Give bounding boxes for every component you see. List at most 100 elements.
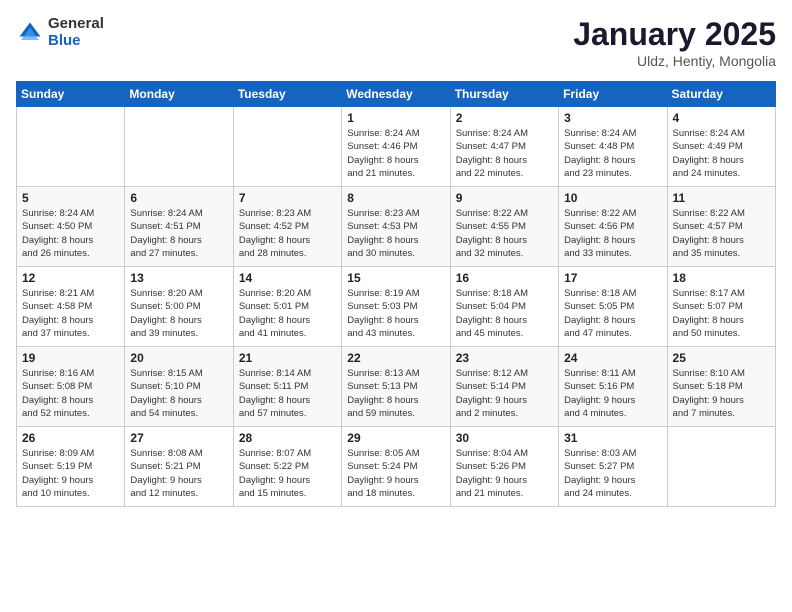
calendar-day-cell: 9Sunrise: 8:22 AM Sunset: 4:55 PM Daylig… xyxy=(450,187,558,267)
day-info: Sunrise: 8:08 AM Sunset: 5:21 PM Dayligh… xyxy=(130,447,227,500)
calendar-day-cell: 2 Sunrise: 8:24 AM Sunset: 4:47 PM Daylig… xyxy=(450,107,558,187)
day-info: Sunrise: 8:24 AM Sunset: 4:46 PM Dayligh… xyxy=(347,127,444,180)
day-info: Sunrise: 8:24 AM Sunset: 4:49 PM Dayligh… xyxy=(673,127,770,180)
calendar-day-cell: 6 Sunrise: 8:24 AM Sunset: 4:51 PM Daylig… xyxy=(125,187,233,267)
calendar-day-cell: 11 Sunrise: 8:22 AM Sunset: 4:57 PM Dayli… xyxy=(667,187,775,267)
calendar-day-cell: 28 Sunrise: 8:07 AM Sunset: 5:22 PM Dayli… xyxy=(233,427,341,507)
calendar-day-cell xyxy=(233,107,341,187)
day-number: 30 xyxy=(456,431,553,445)
calendar-day-cell xyxy=(125,107,233,187)
calendar-day-cell: 4 Sunrise: 8:24 AM Sunset: 4:49 PM Daylig… xyxy=(667,107,775,187)
day-info: Sunrise: 8:21 AM Sunset: 4:58 PM Dayligh… xyxy=(22,287,119,340)
day-info: Sunrise: 8:18 AM Sunset: 5:05 PM Dayligh… xyxy=(564,287,661,340)
day-info: Sunrise: 8:09 AM Sunset: 5:19 PM Dayligh… xyxy=(22,447,119,500)
day-info: Sunrise: 8:05 AM Sunset: 5:24 PM Dayligh… xyxy=(347,447,444,500)
calendar-day-cell: 14 Sunrise: 8:20 AM Sunset: 5:01 PM Dayli… xyxy=(233,267,341,347)
location: Uldz, Hentiy, Mongolia xyxy=(573,53,776,69)
calendar-day-cell: 5 Sunrise: 8:24 AM Sunset: 4:50 PM Daylig… xyxy=(17,187,125,267)
day-info: Sunrise: 8:10 AM Sunset: 5:18 PM Dayligh… xyxy=(673,367,770,420)
calendar-week-row: 1 Sunrise: 8:24 AM Sunset: 4:46 PM Daylig… xyxy=(17,107,776,187)
day-number: 4 xyxy=(673,111,770,125)
title-block: January 2025 Uldz, Hentiy, Mongolia xyxy=(573,16,776,69)
calendar-day-cell: 1 Sunrise: 8:24 AM Sunset: 4:46 PM Daylig… xyxy=(342,107,450,187)
calendar-day-cell xyxy=(667,427,775,507)
day-info: Sunrise: 8:24 AM Sunset: 4:51 PM Dayligh… xyxy=(130,207,227,260)
day-number: 14 xyxy=(239,271,336,285)
calendar-week-row: 19 Sunrise: 8:16 AM Sunset: 5:08 PM Dayli… xyxy=(17,347,776,427)
weekday-header: Thursday xyxy=(450,82,558,107)
calendar-day-cell: 8 Sunrise: 8:23 AM Sunset: 4:53 PM Daylig… xyxy=(342,187,450,267)
day-info: Sunrise: 8:23 AM Sunset: 4:53 PM Dayligh… xyxy=(347,207,444,260)
day-info: Sunrise: 8:15 AM Sunset: 5:10 PM Dayligh… xyxy=(130,367,227,420)
logo: General Blue xyxy=(16,16,104,49)
calendar-day-cell: 15Sunrise: 8:19 AM Sunset: 5:03 PM Dayli… xyxy=(342,267,450,347)
day-number: 19 xyxy=(22,351,119,365)
day-number: 2 xyxy=(456,111,553,125)
day-info: Sunrise: 8:20 AM Sunset: 5:01 PM Dayligh… xyxy=(239,287,336,340)
day-number: 29 xyxy=(347,431,444,445)
day-number: 22 xyxy=(347,351,444,365)
calendar-day-cell: 22 Sunrise: 8:13 AM Sunset: 5:13 PM Dayli… xyxy=(342,347,450,427)
calendar-day-cell: 12 Sunrise: 8:21 AM Sunset: 4:58 PM Dayli… xyxy=(17,267,125,347)
day-number: 11 xyxy=(673,191,770,205)
day-number: 3 xyxy=(564,111,661,125)
day-info: Sunrise: 8:20 AM Sunset: 5:00 PM Dayligh… xyxy=(130,287,227,340)
logo-text: General Blue xyxy=(48,16,104,49)
day-number: 13 xyxy=(130,271,227,285)
logo-blue: Blue xyxy=(48,33,104,50)
day-number: 27 xyxy=(130,431,227,445)
day-info: Sunrise: 8:24 AM Sunset: 4:48 PM Dayligh… xyxy=(564,127,661,180)
day-number: 12 xyxy=(22,271,119,285)
day-info: Sunrise: 8:07 AM Sunset: 5:22 PM Dayligh… xyxy=(239,447,336,500)
calendar-day-cell: 16 Sunrise: 8:18 AM Sunset: 5:04 PM Dayli… xyxy=(450,267,558,347)
calendar-day-cell: 10Sunrise: 8:22 AM Sunset: 4:56 PM Dayli… xyxy=(559,187,667,267)
calendar-day-cell: 18Sunrise: 8:17 AM Sunset: 5:07 PM Dayli… xyxy=(667,267,775,347)
weekday-header: Monday xyxy=(125,82,233,107)
day-info: Sunrise: 8:24 AM Sunset: 4:47 PM Dayligh… xyxy=(456,127,553,180)
day-info: Sunrise: 8:24 AM Sunset: 4:50 PM Dayligh… xyxy=(22,207,119,260)
page-header: General Blue January 2025 Uldz, Hentiy, … xyxy=(16,16,776,69)
day-info: Sunrise: 8:16 AM Sunset: 5:08 PM Dayligh… xyxy=(22,367,119,420)
day-info: Sunrise: 8:22 AM Sunset: 4:57 PM Dayligh… xyxy=(673,207,770,260)
day-info: Sunrise: 8:03 AM Sunset: 5:27 PM Dayligh… xyxy=(564,447,661,500)
day-number: 23 xyxy=(456,351,553,365)
day-number: 24 xyxy=(564,351,661,365)
calendar-day-cell: 27 Sunrise: 8:08 AM Sunset: 5:21 PM Dayli… xyxy=(125,427,233,507)
day-info: Sunrise: 8:11 AM Sunset: 5:16 PM Dayligh… xyxy=(564,367,661,420)
day-number: 28 xyxy=(239,431,336,445)
day-info: Sunrise: 8:22 AM Sunset: 4:55 PM Dayligh… xyxy=(456,207,553,260)
calendar-day-cell: 24 Sunrise: 8:11 AM Sunset: 5:16 PM Dayli… xyxy=(559,347,667,427)
day-info: Sunrise: 8:14 AM Sunset: 5:11 PM Dayligh… xyxy=(239,367,336,420)
calendar-day-cell: 20 Sunrise: 8:15 AM Sunset: 5:10 PM Dayli… xyxy=(125,347,233,427)
day-info: Sunrise: 8:23 AM Sunset: 4:52 PM Dayligh… xyxy=(239,207,336,260)
calendar-day-cell xyxy=(17,107,125,187)
weekday-header: Friday xyxy=(559,82,667,107)
calendar-day-cell: 31 Sunrise: 8:03 AM Sunset: 5:27 PM Dayli… xyxy=(559,427,667,507)
day-info: Sunrise: 8:22 AM Sunset: 4:56 PM Dayligh… xyxy=(564,207,661,260)
day-number: 6 xyxy=(130,191,227,205)
calendar-header-row: SundayMondayTuesdayWednesdayThursdayFrid… xyxy=(17,82,776,107)
day-number: 5 xyxy=(22,191,119,205)
day-number: 1 xyxy=(347,111,444,125)
calendar-week-row: 5 Sunrise: 8:24 AM Sunset: 4:50 PM Daylig… xyxy=(17,187,776,267)
day-info: Sunrise: 8:13 AM Sunset: 5:13 PM Dayligh… xyxy=(347,367,444,420)
day-number: 25 xyxy=(673,351,770,365)
day-number: 31 xyxy=(564,431,661,445)
day-number: 7 xyxy=(239,191,336,205)
calendar-week-row: 12 Sunrise: 8:21 AM Sunset: 4:58 PM Dayli… xyxy=(17,267,776,347)
day-number: 26 xyxy=(22,431,119,445)
calendar-day-cell: 26 Sunrise: 8:09 AM Sunset: 5:19 PM Dayli… xyxy=(17,427,125,507)
day-info: Sunrise: 8:18 AM Sunset: 5:04 PM Dayligh… xyxy=(456,287,553,340)
calendar-day-cell: 30Sunrise: 8:04 AM Sunset: 5:26 PM Dayli… xyxy=(450,427,558,507)
day-number: 20 xyxy=(130,351,227,365)
weekday-header: Tuesday xyxy=(233,82,341,107)
day-number: 18 xyxy=(673,271,770,285)
day-info: Sunrise: 8:12 AM Sunset: 5:14 PM Dayligh… xyxy=(456,367,553,420)
calendar-day-cell: 7 Sunrise: 8:23 AM Sunset: 4:52 PM Daylig… xyxy=(233,187,341,267)
calendar-day-cell: 29 Sunrise: 8:05 AM Sunset: 5:24 PM Dayli… xyxy=(342,427,450,507)
day-number: 8 xyxy=(347,191,444,205)
calendar-day-cell: 21 Sunrise: 8:14 AM Sunset: 5:11 PM Dayli… xyxy=(233,347,341,427)
day-number: 21 xyxy=(239,351,336,365)
day-number: 16 xyxy=(456,271,553,285)
day-number: 17 xyxy=(564,271,661,285)
